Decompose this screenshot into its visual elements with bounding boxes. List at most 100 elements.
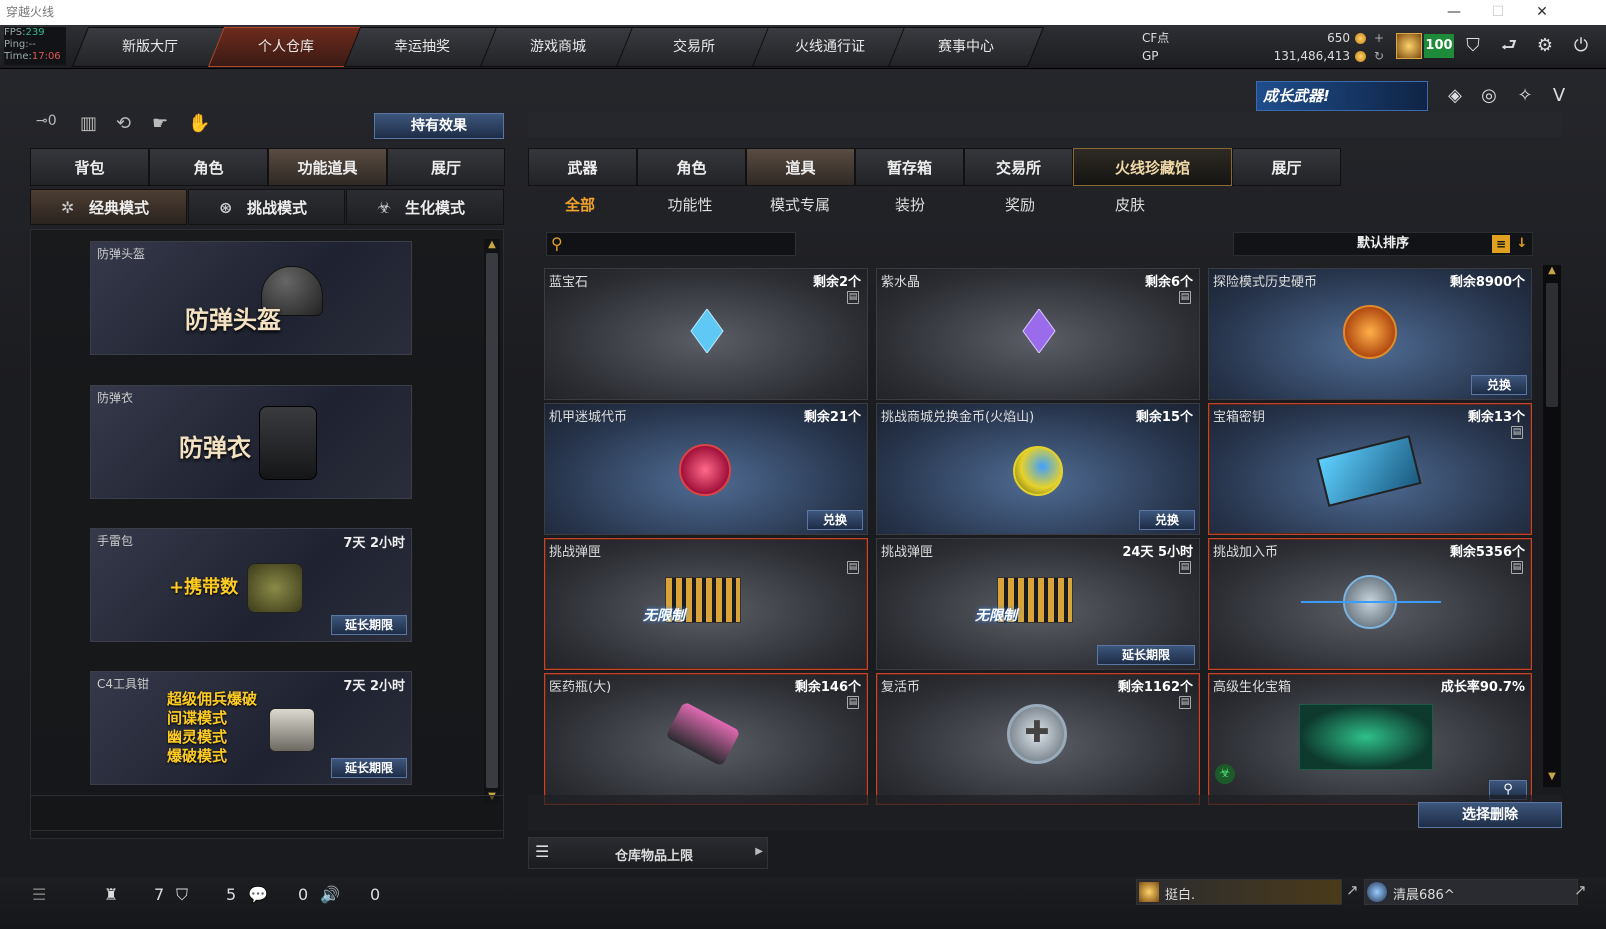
nav-tab-shop[interactable]: 游戏商城: [479, 27, 637, 67]
item-card-revive-coin[interactable]: 复活币 剩余1162个 ▤ ✚: [876, 673, 1200, 805]
tab-function-items[interactable]: 功能道具: [268, 148, 387, 186]
search-box[interactable]: ⚲: [546, 232, 796, 256]
scroll-thumb[interactable]: [486, 253, 498, 788]
subtab-dress[interactable]: 装扮: [860, 193, 960, 217]
item-card-helmet[interactable]: 防弹头盔 防弹头盔: [90, 241, 412, 355]
menu-icon[interactable]: ☰: [32, 885, 46, 904]
friend-card-1[interactable]: 挺白.: [1136, 879, 1342, 905]
hold-effect-button[interactable]: 持有效果: [374, 113, 504, 139]
hand-icon[interactable]: ☛: [152, 113, 176, 139]
tab-showroom[interactable]: 展厅: [387, 148, 505, 186]
mode-classic[interactable]: ✲ 经典模式: [30, 189, 187, 225]
delete-icon[interactable]: ▤: [847, 696, 859, 709]
item-card-c4-pliers[interactable]: C4工具钳 7天 2小时 超级佣兵爆破 间谍模式 幽灵模式 爆破模式 延长期限: [90, 671, 412, 785]
exchange-button[interactable]: 兑换: [807, 510, 863, 530]
extend-button[interactable]: 延长期限: [331, 615, 407, 635]
delete-icon[interactable]: ▤: [1179, 696, 1191, 709]
power-icon[interactable]: ⏻: [1566, 31, 1596, 61]
return-icon[interactable]: ⮐: [1494, 31, 1524, 61]
close-icon[interactable]: ✕: [1520, 0, 1564, 25]
maximize-icon[interactable]: ☐: [1476, 0, 1520, 25]
extend-button[interactable]: 延长期限: [331, 758, 407, 778]
sort-down-icon[interactable]: ↓: [1514, 235, 1530, 253]
friend-card-2[interactable]: 清晨686^: [1364, 879, 1578, 905]
item-card-amethyst[interactable]: 紫水晶 剩余6个 ▤: [876, 268, 1200, 400]
item-card-challenge-join-coin[interactable]: 挑战加入币 剩余5356个 ▤: [1208, 538, 1532, 670]
delete-icon[interactable]: ▤: [1511, 426, 1523, 439]
glove-icon[interactable]: ✋: [188, 113, 212, 139]
item-card-grenade-pack[interactable]: 手雷包 7天 2小时 +携带数 延长期限: [90, 528, 412, 642]
tab-collection[interactable]: 火线珍藏馆: [1073, 148, 1232, 186]
tab-storage[interactable]: 暂存箱: [855, 148, 964, 186]
subtab-reward[interactable]: 奖励: [970, 193, 1070, 217]
item-card-vest[interactable]: 防弹衣 防弹衣: [90, 385, 412, 499]
item-card-medkit-large[interactable]: 医药瓶(大) 剩余146个 ▤: [544, 673, 868, 805]
item-card-adventure-coin[interactable]: 探险模式历史硬币 剩余8900个 兑换: [1208, 268, 1532, 400]
globe-icon[interactable]: ◎: [1474, 81, 1504, 111]
nav-tab-warehouse[interactable]: 个人仓库: [207, 27, 365, 67]
nav-tab-events[interactable]: 赛事中心: [887, 27, 1045, 67]
delete-icon[interactable]: ▤: [847, 561, 859, 574]
item-card-challenge-mag-2[interactable]: 挑战弹匣 24天 5小时 ▤ 无限制 延长期限: [876, 538, 1200, 670]
nav-tab-lottery[interactable]: 幸运抽奖: [343, 27, 501, 67]
v-logo-icon[interactable]: V: [1544, 81, 1574, 111]
search-input[interactable]: [573, 234, 791, 254]
exchange-button[interactable]: 兑换: [1139, 510, 1195, 530]
item-card-sapphire[interactable]: 蓝宝石 剩余2个 ▤: [544, 268, 868, 400]
list-icon[interactable]: ≡: [1492, 235, 1510, 253]
tab-weapons[interactable]: 武器: [528, 148, 637, 186]
item-card-challenge-gold[interactable]: 挑战商城兑换金币(火焰山) 剩余15个 兑换: [876, 403, 1200, 535]
left-scrollbar[interactable]: ▲ ▼: [484, 239, 500, 804]
shield-icon[interactable]: ⛉: [176, 885, 188, 905]
user-icon[interactable]: ♜: [104, 885, 118, 904]
item-card-bio-chest[interactable]: 高级生化宝箱 成长率90.7% ☣ ⚲: [1208, 673, 1532, 805]
item-card-challenge-mag-1[interactable]: 挑战弹匣 ▤ 无限制: [544, 538, 868, 670]
tab-exchange[interactable]: 交易所: [964, 148, 1073, 186]
scroll-down-icon[interactable]: ▼: [1543, 771, 1561, 785]
add-icon[interactable]: +: [1374, 29, 1384, 47]
growth-weapon-banner[interactable]: 成长武器!: [1256, 81, 1428, 111]
stats-icon[interactable]: ▥: [80, 113, 104, 139]
subtab-function[interactable]: 功能性: [640, 193, 740, 217]
subtab-mode[interactable]: 模式专属: [750, 193, 850, 217]
nav-tab-lobby[interactable]: 新版大厅: [71, 27, 229, 67]
capacity-bar[interactable]: ☰ 仓库物品上限 ▶: [528, 837, 768, 869]
tab-characters[interactable]: 角色: [637, 148, 746, 186]
refresh-icon[interactable]: ↻: [1374, 47, 1384, 65]
sort-dropdown[interactable]: 默认排序 ≡ ↓: [1233, 232, 1533, 256]
history-icon[interactable]: ⟲: [116, 113, 140, 139]
shield-icon[interactable]: ⛉: [1458, 31, 1488, 61]
select-delete-button[interactable]: 选择删除: [1418, 802, 1562, 828]
exchange-button[interactable]: 兑换: [1471, 375, 1527, 395]
key-icon[interactable]: ⊸0: [36, 113, 66, 139]
minimize-icon[interactable]: —: [1432, 0, 1476, 25]
subtab-skin[interactable]: 皮肤: [1080, 193, 1180, 217]
tab-backpack[interactable]: 背包: [30, 148, 149, 186]
delete-icon[interactable]: ▤: [1179, 291, 1191, 304]
item-card-mecha-token[interactable]: 机甲迷城代币 剩余21个 兑换: [544, 403, 868, 535]
mode-challenge[interactable]: ⊛ 挑战模式: [188, 189, 345, 225]
chat-icon[interactable]: 💬: [248, 885, 268, 904]
gear-icon[interactable]: ⚙: [1530, 31, 1560, 61]
tab-hall[interactable]: 展厅: [1232, 148, 1341, 186]
right-scrollbar[interactable]: ▲ ▼: [1543, 265, 1561, 787]
scroll-up-icon[interactable]: ▲: [484, 239, 500, 251]
extend-button[interactable]: 延长期限: [1097, 645, 1195, 665]
wing-icon[interactable]: ✧: [1510, 81, 1540, 111]
delete-icon[interactable]: ▤: [1511, 561, 1523, 574]
external-link-icon[interactable]: ↗: [1574, 881, 1587, 899]
delete-icon[interactable]: ▤: [1179, 561, 1191, 574]
subtab-all[interactable]: 全部: [530, 193, 630, 217]
delete-icon[interactable]: ▤: [847, 291, 859, 304]
nav-tab-exchange[interactable]: 交易所: [615, 27, 773, 67]
badge-icon[interactable]: ◈: [1440, 81, 1470, 111]
item-card-chest-key[interactable]: 宝箱密钥 剩余13个 ▤: [1208, 403, 1532, 535]
scroll-thumb[interactable]: [1546, 283, 1558, 407]
tab-character[interactable]: 角色: [149, 148, 268, 186]
speaker-icon[interactable]: 🔊: [320, 885, 340, 904]
mode-zombie[interactable]: ☣ 生化模式: [346, 189, 504, 225]
scroll-up-icon[interactable]: ▲: [1543, 265, 1561, 279]
external-link-icon[interactable]: ↗: [1346, 881, 1359, 899]
nav-tab-pass[interactable]: 火线通行证: [751, 27, 909, 67]
tab-items[interactable]: 道具: [746, 148, 855, 186]
